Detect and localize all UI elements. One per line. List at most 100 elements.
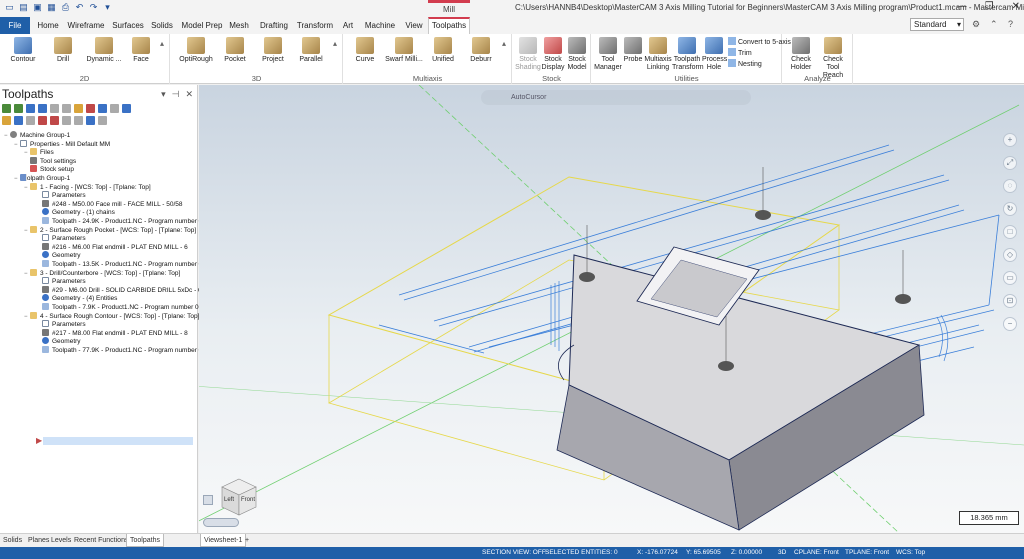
drill-button[interactable]: Drill	[48, 37, 78, 64]
scroll-to-icon[interactable]	[74, 116, 83, 125]
backplot-icon[interactable]	[50, 104, 59, 113]
insert-arrow-icon[interactable]	[62, 116, 71, 125]
parallel-button[interactable]: Parallel	[295, 37, 327, 64]
zoom-icon[interactable]: ◌	[1003, 179, 1017, 193]
swarf-milling-button[interactable]: Swarf Milli...	[384, 37, 424, 64]
help-ops-icon[interactable]	[122, 104, 131, 113]
pin-icon[interactable]: ⊣	[172, 89, 180, 100]
cplane-status[interactable]: CPLANE: Front	[794, 547, 839, 559]
unzoom-icon[interactable]: −	[1003, 317, 1017, 331]
undo-icon[interactable]: ↶	[74, 2, 85, 13]
minimize-button[interactable]: —	[957, 1, 967, 12]
more-multiaxis-icon[interactable]: ▴	[502, 39, 506, 48]
collapse-ribbon-icon[interactable]: ⌃	[990, 19, 998, 30]
probe-button[interactable]: Probe	[622, 37, 644, 64]
workspace-select[interactable]: Standard	[910, 18, 964, 31]
simulate-icon[interactable]	[74, 104, 83, 113]
toggle-display-icon[interactable]	[14, 116, 23, 125]
print-icon[interactable]: ⎙	[60, 2, 71, 13]
face-button[interactable]: Face	[128, 37, 154, 64]
cube-face-left[interactable]: Left	[224, 493, 234, 507]
view-cube-options-icon[interactable]	[203, 495, 213, 505]
process-hole-button[interactable]: Process Hole	[702, 37, 727, 72]
tab-toolpaths-manager[interactable]: Toolpaths	[126, 534, 164, 547]
select-all-icon[interactable]	[2, 104, 11, 113]
regenerate-dirty-icon[interactable]	[38, 104, 47, 113]
add-viewsheet-icon[interactable]: +	[245, 534, 249, 547]
graphics-viewport[interactable]: AutoCursor + ⤢ ◌ ↻ □ ◇ ▭ ⊡ − Left Front …	[199, 85, 1024, 533]
display-only-icon[interactable]	[98, 116, 107, 125]
maximize-button[interactable]: ❐	[985, 1, 994, 12]
view-iso-icon[interactable]: ◇	[1003, 248, 1017, 262]
trim-button[interactable]: Trim	[728, 48, 752, 57]
contour-button[interactable]: Contour	[6, 37, 40, 64]
optirough-button[interactable]: OptiRough	[177, 37, 215, 64]
insert-arrow-icon[interactable]: ▶	[36, 436, 42, 445]
tab-levels-manager[interactable]: Levels	[51, 534, 71, 547]
insert-arrow-row[interactable]	[43, 437, 193, 445]
tab-transform[interactable]: Transform	[296, 17, 334, 34]
rotate-icon[interactable]: ↻	[1003, 202, 1017, 216]
tab-model-prep[interactable]: Model Prep	[180, 17, 224, 34]
unified-button[interactable]: Unified	[428, 37, 458, 64]
tab-surfaces[interactable]: Surfaces	[110, 17, 146, 34]
deburr-button[interactable]: Deburr	[466, 37, 496, 64]
settings-icon[interactable]: ⚙	[972, 19, 980, 30]
zoom-window-icon[interactable]: ⤢	[1003, 156, 1017, 170]
wcs-status[interactable]: WCS: Top	[896, 547, 925, 559]
view-cube[interactable]: Left Front	[219, 477, 259, 517]
tab-wireframe[interactable]: Wireframe	[66, 17, 106, 34]
nesting-button[interactable]: Nesting	[728, 59, 762, 68]
regenerate-icon[interactable]	[26, 104, 35, 113]
toggle-post-icon[interactable]	[26, 116, 35, 125]
more-2d-icon[interactable]: ▴	[160, 39, 164, 48]
toolpath-transform-button[interactable]: Toolpath Transform	[672, 37, 704, 72]
convert-5axis-button[interactable]: Convert to 5-axis	[728, 37, 791, 46]
panel-dropdown-icon[interactable]: ▾	[161, 89, 166, 100]
open-file-icon[interactable]: ▤	[18, 2, 29, 13]
tab-solids-manager[interactable]: Solids	[3, 534, 22, 547]
select-dirty-icon[interactable]	[14, 104, 23, 113]
multiaxis-linking-button[interactable]: Multiaxis Linking	[644, 37, 672, 72]
curve-button[interactable]: Curve	[350, 37, 380, 64]
panel-close-icon[interactable]: ✕	[185, 89, 193, 100]
tab-view[interactable]: View	[402, 17, 426, 34]
tool-manager-button[interactable]: Tool Manager	[594, 37, 622, 72]
stock-display-button[interactable]: Stock Display	[541, 37, 565, 72]
viewport-toolbar[interactable]: AutoCursor	[481, 90, 751, 105]
tab-file[interactable]: File	[0, 17, 30, 34]
gnomon-toggle[interactable]	[203, 518, 239, 527]
move-down-icon[interactable]	[38, 116, 47, 125]
more-3d-icon[interactable]: ▴	[333, 39, 337, 48]
tab-home[interactable]: Home	[34, 17, 62, 34]
view-front-icon[interactable]: ▭	[1003, 271, 1017, 285]
tab-toolpaths[interactable]: Toolpaths	[428, 17, 470, 34]
redo-icon[interactable]: ↷	[88, 2, 99, 13]
check-holder-button[interactable]: Check Holder	[787, 37, 815, 72]
lock-icon[interactable]	[2, 116, 11, 125]
project-button[interactable]: Project	[257, 37, 289, 64]
tplane-status[interactable]: TPLANE: Front	[845, 547, 889, 559]
verify-icon[interactable]	[62, 104, 71, 113]
mode-3d-status[interactable]: 3D	[778, 547, 786, 559]
new-file-icon[interactable]: ▭	[4, 2, 15, 13]
save-as-icon[interactable]: ▦	[46, 2, 57, 13]
delete-ops-icon[interactable]	[110, 104, 119, 113]
stock-model-button[interactable]: Stock Model	[565, 37, 589, 72]
customize-qat-icon[interactable]: ▾	[102, 2, 113, 13]
view-top-icon[interactable]: □	[1003, 225, 1017, 239]
tab-machine[interactable]: Machine	[362, 17, 398, 34]
dynamic-button[interactable]: Dynamic ...	[84, 37, 124, 64]
tab-art[interactable]: Art	[338, 17, 358, 34]
single-display-icon[interactable]	[86, 116, 95, 125]
highfeed-icon[interactable]	[98, 104, 107, 113]
stock-shading-button[interactable]: Stock Shading	[515, 37, 541, 72]
fit-icon[interactable]: ⊡	[1003, 294, 1017, 308]
tab-planes-manager[interactable]: Planes	[28, 534, 49, 547]
tab-recent-functions[interactable]: Recent Functions	[74, 534, 128, 547]
pan-icon[interactable]: +	[1003, 133, 1017, 147]
cube-face-front[interactable]: Front	[241, 493, 255, 507]
tab-solids[interactable]: Solids	[148, 17, 176, 34]
tab-mesh[interactable]: Mesh	[226, 17, 252, 34]
post-icon[interactable]	[86, 104, 95, 113]
